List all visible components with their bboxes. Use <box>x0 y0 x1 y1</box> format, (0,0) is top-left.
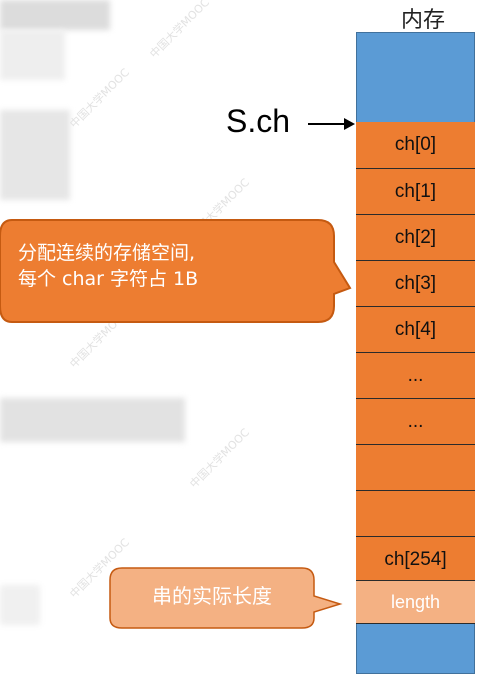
storage-callout-line2: 每个 char 字符占 1B <box>18 268 199 290</box>
callout-shapes <box>0 219 352 629</box>
storage-callout: 分配连续的存储空间, 每个 char 字符占 1B <box>18 240 318 292</box>
length-callout: 串的实际长度 <box>152 584 272 608</box>
storage-callout-line1: 分配连续的存储空间, <box>18 242 196 264</box>
